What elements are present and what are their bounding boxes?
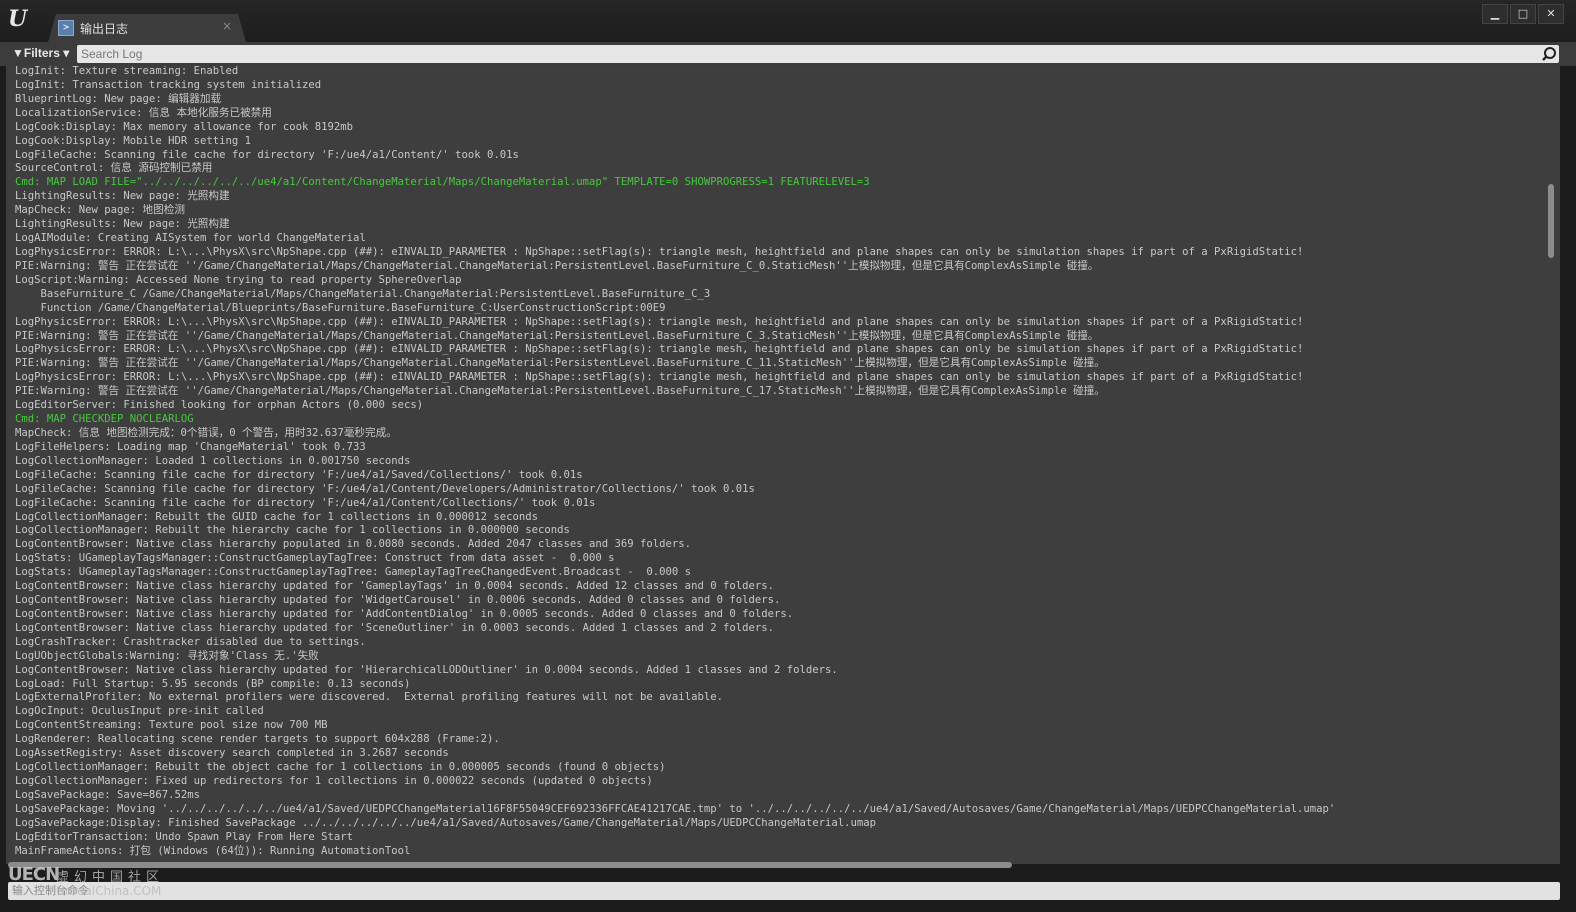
- log-line: LogPhysicsError: ERROR: L:\...\PhysX\src…: [15, 343, 1304, 356]
- log-line: LogCollectionManager: Rebuilt the hierar…: [15, 524, 570, 537]
- log-line: PIE:Warning: 警告 正在尝试在 ''/Game/ChangeMate…: [15, 259, 1099, 272]
- log-line: LogContentBrowser: Native class hierarch…: [15, 621, 774, 634]
- horizontal-scrollbar[interactable]: [8, 862, 1548, 868]
- log-line: MapCheck: 信息 地图检测完成：0个错误，0 个警告，用时32.637毫…: [15, 426, 397, 439]
- log-line: LogPhysicsError: ERROR: L:\...\PhysX\src…: [15, 315, 1304, 328]
- log-line: LogEditorServer: Finished looking for or…: [15, 399, 424, 412]
- watermark-url: UnrealChina.COM: [56, 884, 162, 898]
- log-line: PIE:Warning: 警告 正在尝试在 ''/Game/ChangeMate…: [15, 329, 1099, 342]
- unreal-logo-icon: U: [8, 6, 28, 32]
- log-line: LogInit: Transaction tracking system ini…: [15, 78, 322, 91]
- log-line: LogCook:Display: Mobile HDR setting 1: [15, 134, 251, 147]
- log-line: LogCollectionManager: Rebuilt the GUID c…: [15, 510, 538, 523]
- log-line: LogContentBrowser: Native class hierarch…: [15, 607, 794, 620]
- log-line: Cmd: MAP CHECKDEP NOCLEARLOG: [15, 413, 194, 426]
- console-command-box: [8, 882, 1560, 900]
- log-output-area[interactable]: LogInit: Texture streaming: Enabled LogIn…: [6, 66, 1560, 864]
- log-line: LogSavePackage: Moving '../../../../../.…: [15, 802, 1336, 815]
- log-line: MapCheck: New page: 地图检测: [15, 204, 185, 217]
- log-line: LogEditorTransaction: Undo Spawn Play Fr…: [15, 830, 354, 843]
- log-line: LogContentBrowser: Native class hierarch…: [15, 538, 692, 551]
- title-bar[interactable]: U > 输出日志 × ▁ □ ✕: [0, 0, 1576, 42]
- log-line: LogExternalProfiler: No external profile…: [15, 691, 723, 704]
- log-line: LocalizationService: 信息 本地化服务已被禁用: [15, 106, 272, 119]
- watermark-logo: UECN: [8, 864, 60, 885]
- log-line: LogScript:Warning: Accessed None trying …: [15, 273, 462, 286]
- log-line: LogCrashTracker: Crashtracker disabled d…: [15, 635, 366, 648]
- search-input[interactable]: [81, 45, 1531, 63]
- log-line: Cmd: MAP LOAD FILE="../../../../../../ue…: [15, 176, 870, 189]
- close-button[interactable]: ✕: [1538, 4, 1564, 24]
- log-line: PIE:Warning: 警告 正在尝试在 ''/Game/ChangeMate…: [15, 385, 1105, 398]
- log-line: PIE:Warning: 警告 正在尝试在 ''/Game/ChangeMate…: [15, 357, 1105, 370]
- maximize-button[interactable]: □: [1510, 4, 1536, 24]
- log-line: LogSavePackage: Save=867.52ms: [15, 788, 200, 801]
- log-line: LogFileCache: Scanning file cache for di…: [15, 482, 755, 495]
- filters-dropdown[interactable]: ▼Filters ▾: [12, 46, 69, 60]
- vertical-scrollbar-thumb[interactable]: [1548, 184, 1554, 258]
- log-line: LightingResults: New page: 光照构建: [15, 218, 230, 231]
- minimize-button[interactable]: ▁: [1482, 4, 1508, 24]
- log-line: LogCook:Display: Max memory allowance fo…: [15, 120, 354, 133]
- log-line: LogStats: UGameplayTagsManager::Construc…: [15, 566, 692, 579]
- log-line: LogInit: Texture streaming: Enabled: [15, 66, 239, 77]
- log-line: LogStats: UGameplayTagsManager::Construc…: [15, 552, 615, 565]
- log-line: LogFileCache: Scanning file cache for di…: [15, 496, 596, 509]
- output-log-window: U > 输出日志 × ▁ □ ✕ ▼Filters ▾ LogInit: Tex…: [0, 0, 1576, 912]
- log-line: LogUObjectGlobals:Warning: 寻找对象'Class 无.…: [15, 649, 319, 662]
- log-line: LogOcInput: OculusInput pre-init called: [15, 705, 264, 718]
- log-line: LogFileCache: Scanning file cache for di…: [15, 468, 583, 481]
- tab-title: 输出日志: [80, 22, 129, 36]
- log-line: LightingResults: New page: 光照构建: [15, 190, 230, 203]
- log-line: SourceControl: 信息 源码控制已禁用: [15, 162, 213, 175]
- log-line: MainFrameActions: 打包 (Windows (64位)): Ru…: [15, 844, 411, 857]
- log-line: LogFileCache: Scanning file cache for di…: [15, 148, 519, 161]
- log-line: LogPhysicsError: ERROR: L:\...\PhysX\src…: [15, 371, 1304, 384]
- log-line: LogSavePackage:Display: Finished SavePac…: [15, 816, 877, 829]
- log-line: BaseFurniture_C /Game/ChangeMaterial/Map…: [15, 287, 711, 300]
- console-input[interactable]: [12, 882, 1512, 900]
- log-line: LogFileHelpers: Loading map 'ChangeMater…: [15, 440, 366, 453]
- log-lines: LogInit: Texture streaming: Enabled LogIn…: [15, 66, 1540, 859]
- log-line: LogAssetRegistry: Asset discovery search…: [15, 747, 449, 760]
- log-line: LogCollectionManager: Rebuilt the object…: [15, 761, 666, 774]
- vertical-scrollbar[interactable]: [1548, 68, 1556, 862]
- log-line: LogRenderer: Reallocating scene render t…: [15, 733, 500, 746]
- log-line: BlueprintLog: New page: 编辑器加载: [15, 92, 222, 105]
- tab-close-icon[interactable]: ×: [222, 19, 232, 33]
- log-line: LogContentBrowser: Native class hierarch…: [15, 594, 781, 607]
- watermark-text: 虚幻中国社区: [56, 870, 165, 885]
- log-line: LogCollectionManager: Loaded 1 collectio…: [15, 454, 411, 467]
- search-icon[interactable]: [1541, 45, 1557, 63]
- log-line: LogContentStreaming: Texture pool size n…: [15, 719, 328, 732]
- window-controls: ▁ □ ✕: [1482, 4, 1564, 24]
- log-line: LogPhysicsError: ERROR: L:\...\PhysX\src…: [15, 245, 1304, 258]
- output-log-icon: >: [58, 20, 74, 36]
- log-line: LogLoad: Full Startup: 5.95 seconds (BP …: [15, 677, 411, 690]
- log-line: LogContentBrowser: Native class hierarch…: [15, 580, 774, 593]
- search-box: [77, 45, 1559, 63]
- tab-output-log[interactable]: [48, 14, 246, 42]
- log-line: LogAIModule: Creating AISystem for world…: [15, 232, 366, 245]
- log-line: LogContentBrowser: Native class hierarch…: [15, 663, 838, 676]
- log-line: LogCollectionManager: Fixed up redirecto…: [15, 775, 653, 788]
- log-line: Function /Game/ChangeMaterial/Blueprints…: [15, 301, 666, 314]
